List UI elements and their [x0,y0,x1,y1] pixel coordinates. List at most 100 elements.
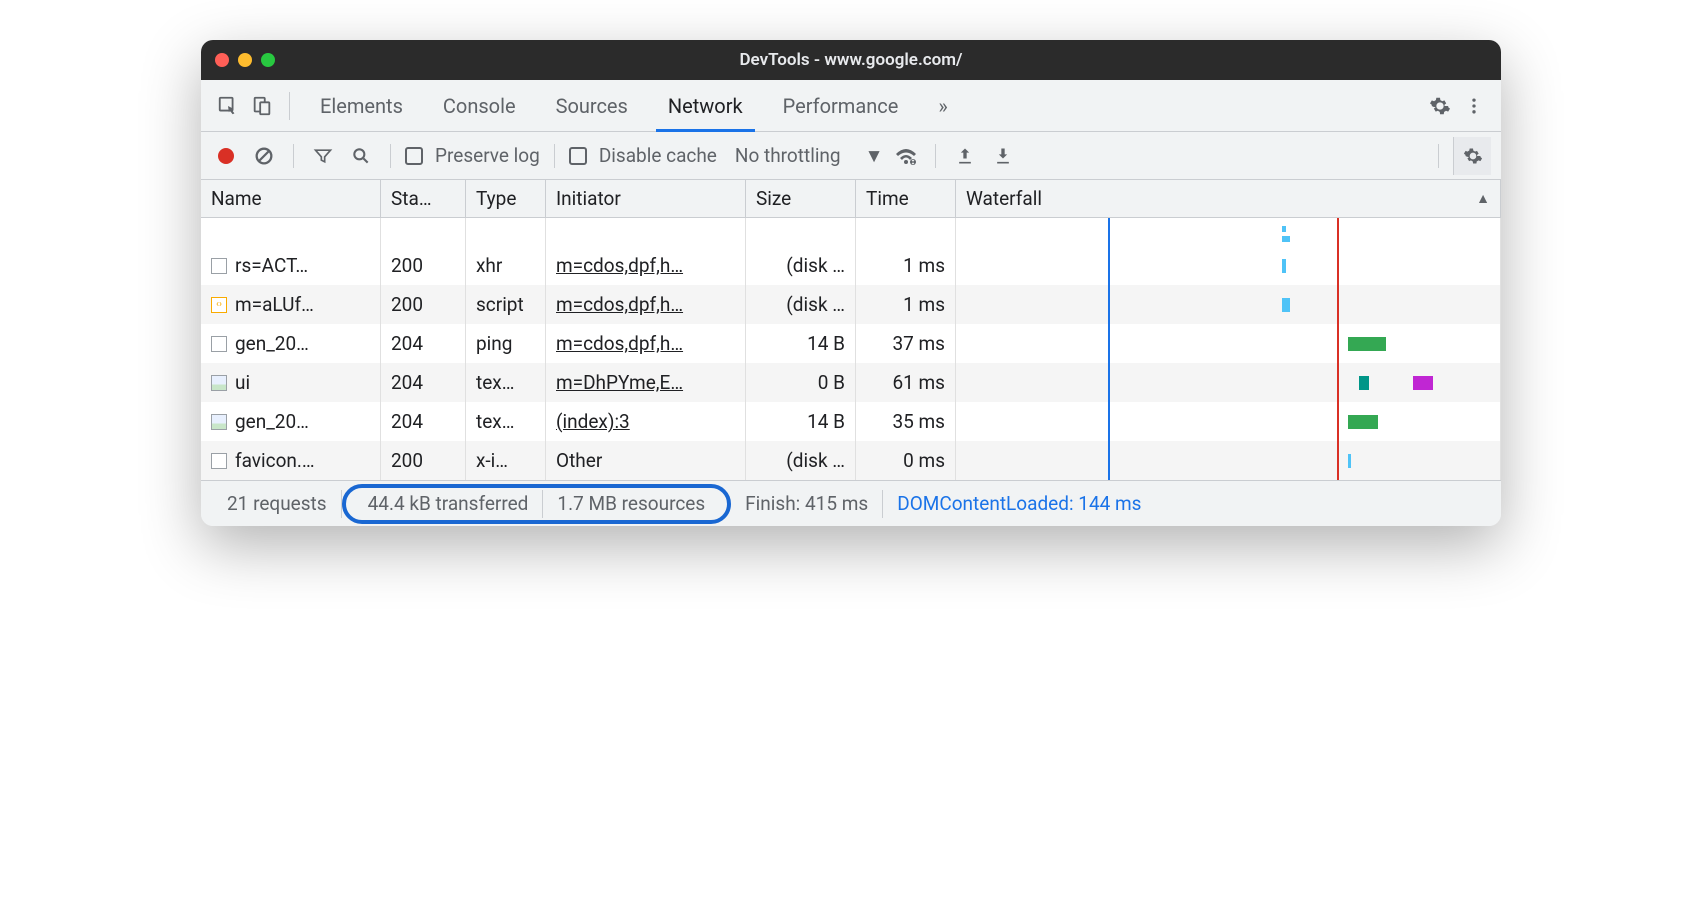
inspect-element-icon[interactable] [211,89,245,123]
cell-status: 204 [381,402,466,441]
cell-size: (disk … [746,246,856,285]
request-table: rs=ACT… 200 xhr m=cdos,dpf,h… (disk … 1 … [201,218,1501,480]
checkbox-icon [405,147,423,165]
cell-time: 1 ms [856,285,956,324]
table-row[interactable]: gen_20… 204 ping m=cdos,dpf,h… 14 B 37 m… [201,324,1501,363]
col-name[interactable]: Name [201,180,381,217]
preserve-log-label: Preserve log [435,144,540,167]
search-icon[interactable] [346,141,376,171]
tab-more[interactable]: » [918,80,967,131]
table-row[interactable]: gen_20… 204 tex… (index):3 14 B 35 ms [201,402,1501,441]
network-conditions-icon[interactable] [891,141,921,171]
tab-network[interactable]: Network [648,80,763,131]
tab-elements[interactable]: Elements [300,80,423,131]
network-toolbar: Preserve log Disable cache No throttling… [201,132,1501,180]
col-type[interactable]: Type [466,180,546,217]
col-status[interactable]: Sta… [381,180,466,217]
cell-waterfall [956,285,1501,324]
disable-cache-label: Disable cache [599,144,717,167]
window-title: DevTools - www.google.com/ [201,50,1501,70]
status-requests: 21 requests [213,490,342,518]
devtools-window: DevTools - www.google.com/ Elements Cons… [201,40,1501,526]
cell-status: 204 [381,324,466,363]
tab-label: Performance [783,94,899,118]
divider [293,144,294,168]
cell-type: tex… [466,363,546,402]
cell-name: ui [201,363,381,402]
initiator-link[interactable]: m=cdos,dpf,h… [556,254,683,277]
cell-size: (disk … [746,441,856,480]
cell-waterfall [956,441,1501,480]
more-label: » [938,94,947,118]
spacer-row [201,218,1501,246]
download-har-icon[interactable] [988,141,1018,171]
traffic-lights [215,53,275,67]
kebab-menu-icon[interactable] [1457,89,1491,123]
maximize-window-button[interactable] [261,53,275,67]
cell-size: 14 B [746,324,856,363]
tab-performance[interactable]: Performance [763,80,919,131]
minimize-window-button[interactable] [238,53,252,67]
cell-time: 61 ms [856,363,956,402]
table-row[interactable]: rs=ACT… 200 xhr m=cdos,dpf,h… (disk … 1 … [201,246,1501,285]
tab-console[interactable]: Console [423,80,536,131]
initiator-link[interactable]: m=cdos,dpf,h… [556,332,683,355]
file-type-icon [211,297,227,313]
status-bar: 21 requests 44.4 kB transferred 1.7 MB r… [201,480,1501,526]
cell-type: tex… [466,402,546,441]
cell-initiator: m=cdos,dpf,h… [546,324,746,363]
tab-label: Sources [556,94,628,118]
record-button[interactable] [211,141,241,171]
file-type-icon [211,414,227,430]
cell-type: script [466,285,546,324]
col-time[interactable]: Time [856,180,956,217]
initiator-link[interactable]: (index):3 [556,410,630,433]
cell-name: m=aLUf… [201,285,381,324]
device-toolbar-icon[interactable] [245,89,279,123]
status-transferred: 44.4 kB transferred [354,490,544,518]
table-header: Name Sta… Type Initiator Size Time Water… [201,180,1501,218]
filter-icon[interactable] [308,141,338,171]
table-row[interactable]: favicon.… 200 x-i… Other (disk … 0 ms [201,441,1501,480]
network-settings-icon[interactable] [1453,137,1491,175]
tab-label: Elements [320,94,403,118]
tab-sources[interactable]: Sources [536,80,648,131]
close-window-button[interactable] [215,53,229,67]
throttling-label: No throttling [735,144,841,167]
cell-name: gen_20… [201,402,381,441]
throttling-select[interactable]: No throttling ▼ [735,144,884,168]
cell-size: (disk … [746,285,856,324]
table-row[interactable]: ui 204 tex… m=DhPYme,E… 0 B 61 ms [201,363,1501,402]
col-waterfall[interactable]: Waterfall ▲ [956,180,1501,217]
cell-time: 35 ms [856,402,956,441]
chevron-down-icon: ▼ [865,144,884,168]
disable-cache-checkbox[interactable]: Disable cache [569,144,717,167]
cell-name: favicon.… [201,441,381,480]
divider [554,144,555,168]
col-initiator[interactable]: Initiator [546,180,746,217]
table-row[interactable]: m=aLUf… 200 script m=cdos,dpf,h… (disk …… [201,285,1501,324]
cell-status: 200 [381,246,466,285]
col-size[interactable]: Size [746,180,856,217]
domcontentloaded-line [1108,218,1110,246]
settings-icon[interactable] [1423,89,1457,123]
clear-button[interactable] [249,141,279,171]
file-type-icon [211,453,227,469]
cell-waterfall [956,402,1501,441]
initiator-link[interactable]: m=DhPYme,E… [556,371,683,394]
cell-initiator: (index):3 [546,402,746,441]
cell-waterfall [956,324,1501,363]
tabbar: Elements Console Sources Network Perform… [201,80,1501,132]
file-type-icon [211,375,227,391]
request-name: m=aLUf… [235,293,314,316]
cell-initiator: m=DhPYme,E… [546,363,746,402]
status-domcontentloaded: DOMContentLoaded: 144 ms [883,490,1155,518]
file-type-icon [211,336,227,352]
initiator-link[interactable]: m=cdos,dpf,h… [556,293,683,316]
tab-label: Network [668,94,743,118]
upload-har-icon[interactable] [950,141,980,171]
cell-initiator: m=cdos,dpf,h… [546,246,746,285]
cell-size: 14 B [746,402,856,441]
cell-time: 37 ms [856,324,956,363]
preserve-log-checkbox[interactable]: Preserve log [405,144,540,167]
